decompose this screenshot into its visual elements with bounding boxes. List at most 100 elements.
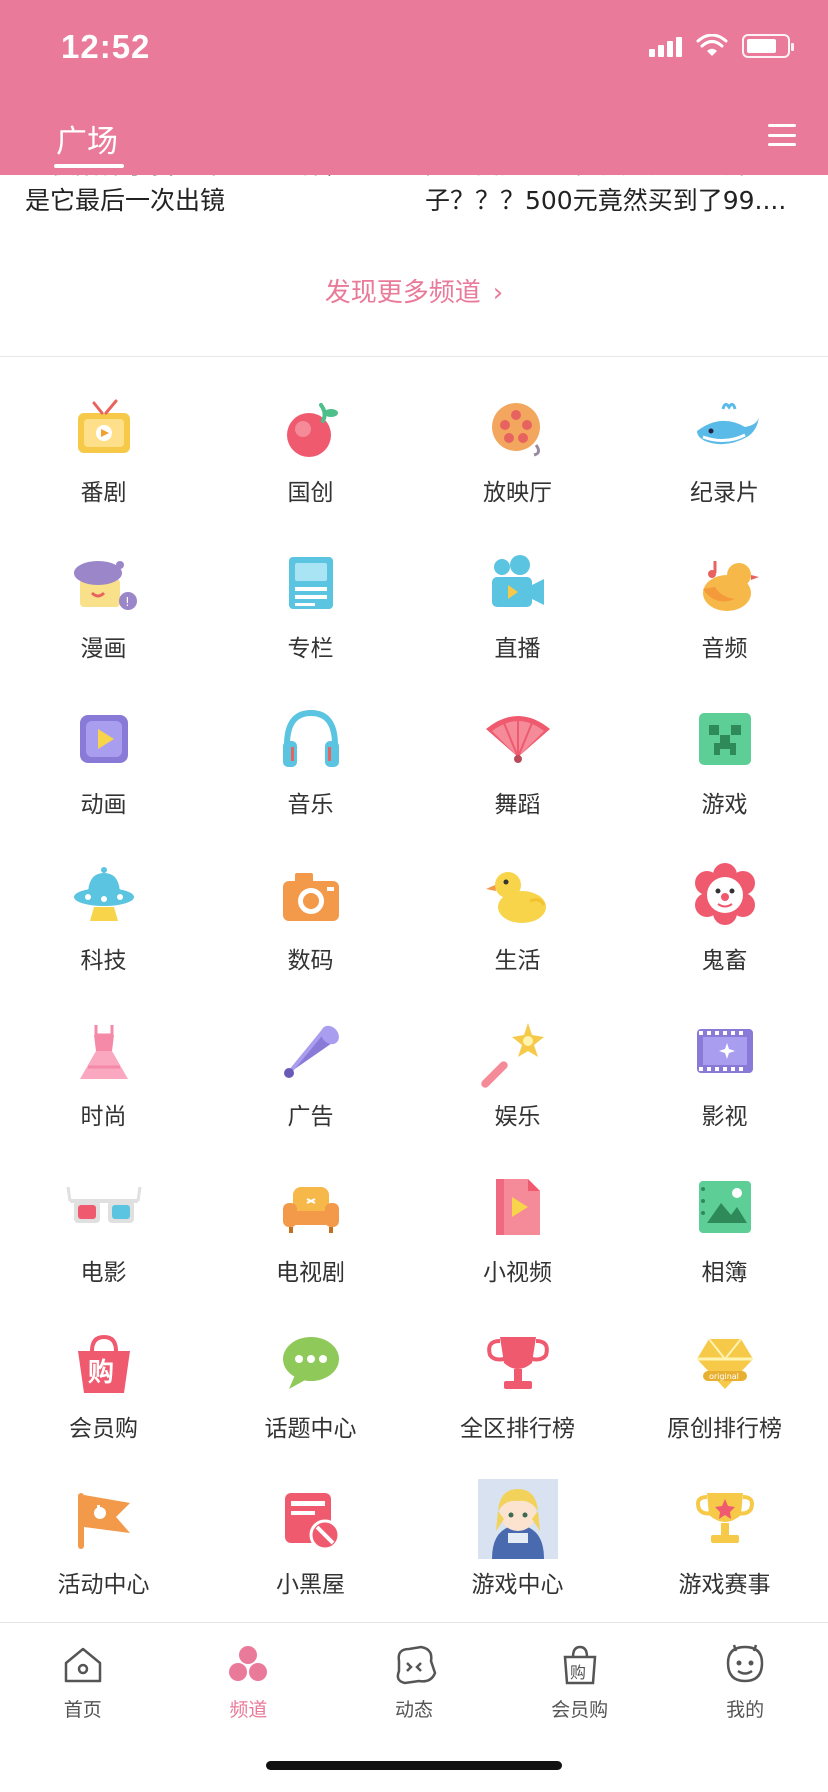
divider [0, 356, 828, 357]
channel-label: 舞蹈 [494, 792, 541, 818]
channel-item[interactable]: ! 漫画 [0, 534, 207, 690]
channel-item[interactable]: 电视剧 [207, 1158, 414, 1314]
channel-label: 游戏 [701, 792, 748, 818]
article-icon [271, 543, 351, 623]
creeper-icon [685, 699, 765, 779]
ufo-icon [64, 855, 144, 935]
channel-item[interactable]: 放映厅 [414, 378, 621, 534]
channel-item[interactable]: 鬼畜 [621, 846, 828, 1002]
tab-home[interactable]: 首页 [0, 1623, 166, 1722]
3d-glasses-icon [64, 1167, 144, 1247]
tab-square[interactable]: 广场 [56, 116, 118, 161]
channel-label: 相簿 [701, 1260, 748, 1286]
battery-icon [742, 34, 794, 58]
chat-bubble-icon [271, 1323, 351, 1403]
tv-icon [64, 387, 144, 467]
channel-item[interactable]: 游戏中心 [414, 1470, 621, 1626]
channel-item[interactable]: 影视 [621, 1002, 828, 1158]
channel-item[interactable]: 番剧 [0, 378, 207, 534]
channel-label: 音频 [701, 636, 748, 662]
menu-icon[interactable] [768, 124, 796, 146]
channel-item[interactable]: 直播 [414, 534, 621, 690]
channel-item[interactable]: 游戏赛事 [621, 1470, 828, 1626]
channel-label: 活动中心 [57, 1572, 150, 1598]
channel-label: 放映厅 [483, 480, 552, 506]
channel-label: 小视频 [483, 1260, 552, 1286]
channel-item[interactable]: 时尚 [0, 1002, 207, 1158]
channel-label: 全区排行榜 [460, 1416, 575, 1442]
fan-icon [478, 699, 558, 779]
tab-label: 首页 [63, 1699, 102, 1721]
channel-item[interactable]: 购会员购 [0, 1314, 207, 1470]
channel-item[interactable]: 国创 [207, 378, 414, 534]
channel-label: 原创排行榜 [667, 1416, 782, 1442]
article-list: 日夜陪伴了我三年的小伙伴，这是它最后一次出镜 闲鱼面交3DS竟然...遇到萌妹子… [0, 165, 828, 240]
profile-icon [722, 1641, 768, 1691]
sofa-icon [271, 1167, 351, 1247]
tab-dynamic[interactable]: 动态 [331, 1623, 497, 1722]
channel-icon [225, 1641, 271, 1691]
channel-item[interactable]: 纪录片 [621, 378, 828, 534]
channel-label: 国创 [287, 480, 334, 506]
signal-icon [649, 35, 682, 57]
channel-item[interactable]: 动画 [0, 690, 207, 846]
game-avatar-icon [477, 1479, 558, 1559]
channel-item[interactable]: original 原创排行榜 [621, 1314, 828, 1470]
clown-icon [685, 855, 765, 935]
channel-item[interactable]: 广告 [207, 1002, 414, 1158]
animation-icon [64, 699, 144, 779]
film-strip-icon [685, 1011, 765, 1091]
channel-item[interactable]: 小黑屋 [207, 1470, 414, 1626]
film-reel-icon [478, 387, 558, 467]
tab-label: 会员购 [551, 1699, 609, 1721]
tab-channel[interactable]: 频道 [166, 1623, 332, 1722]
channel-item[interactable]: 生活 [414, 846, 621, 1002]
battery-level [747, 39, 776, 53]
headphones-icon [271, 699, 351, 779]
ban-icon [271, 1479, 351, 1559]
channel-label: 科技 [80, 948, 127, 974]
tab-label: 动态 [394, 1699, 433, 1721]
channel-label: 游戏中心 [471, 1572, 564, 1598]
channel-item[interactable]: 舞蹈 [414, 690, 621, 846]
discover-more-link[interactable]: 发现更多频道 › [0, 272, 828, 309]
channel-label: 动画 [80, 792, 127, 818]
channel-item[interactable]: 专栏 [207, 534, 414, 690]
comic-icon: ! [64, 543, 144, 623]
top-header: 12:52 广场 [0, 0, 828, 175]
channel-grid: 番剧 国创 放映厅 纪录片 ! 漫画 专栏 直播 音频动画 音乐 舞蹈 游戏科技 数码 生活 鬼畜时尚 广告 娱… [0, 378, 828, 1626]
channel-item[interactable]: 音频 [621, 534, 828, 690]
channel-label: 番剧 [80, 480, 127, 506]
dynamic-icon [391, 1641, 437, 1691]
home-indicator [266, 1761, 562, 1770]
svg-text:购: 购 [88, 1358, 114, 1388]
channel-item[interactable]: 科技 [0, 846, 207, 1002]
home-icon [60, 1641, 106, 1691]
channel-item[interactable]: 全区排行榜 [414, 1314, 621, 1470]
channel-item[interactable]: 数码 [207, 846, 414, 1002]
channel-label: 直播 [494, 636, 541, 662]
status-time: 12:52 [61, 28, 151, 65]
shopping-bag-icon: 购 [64, 1323, 144, 1403]
cup-icon [685, 1479, 765, 1559]
tab-label: 我的 [726, 1699, 765, 1721]
channel-item[interactable]: 活动中心 [0, 1470, 207, 1626]
channel-label: 数码 [287, 948, 334, 974]
channel-item[interactable]: 相簿 [621, 1158, 828, 1314]
channel-item[interactable]: 游戏 [621, 690, 828, 846]
channel-label: 专栏 [287, 636, 334, 662]
tab-shop[interactable]: 购会员购 [497, 1623, 663, 1722]
channel-item[interactable]: 娱乐 [414, 1002, 621, 1158]
discover-more-label: 发现更多频道 [324, 278, 481, 308]
peach-icon [271, 387, 351, 467]
channel-label: 广告 [287, 1104, 334, 1130]
channel-label: 话题中心 [264, 1416, 357, 1442]
channel-item[interactable]: 话题中心 [207, 1314, 414, 1470]
tab-profile[interactable]: 我的 [662, 1623, 828, 1722]
channel-item[interactable]: 电影 [0, 1158, 207, 1314]
channel-label: 音乐 [287, 792, 334, 818]
channel-item[interactable]: 音乐 [207, 690, 414, 846]
channel-item[interactable]: 小视频 [414, 1158, 621, 1314]
channel-label: 生活 [494, 948, 541, 974]
channel-label: 会员购 [69, 1416, 138, 1442]
